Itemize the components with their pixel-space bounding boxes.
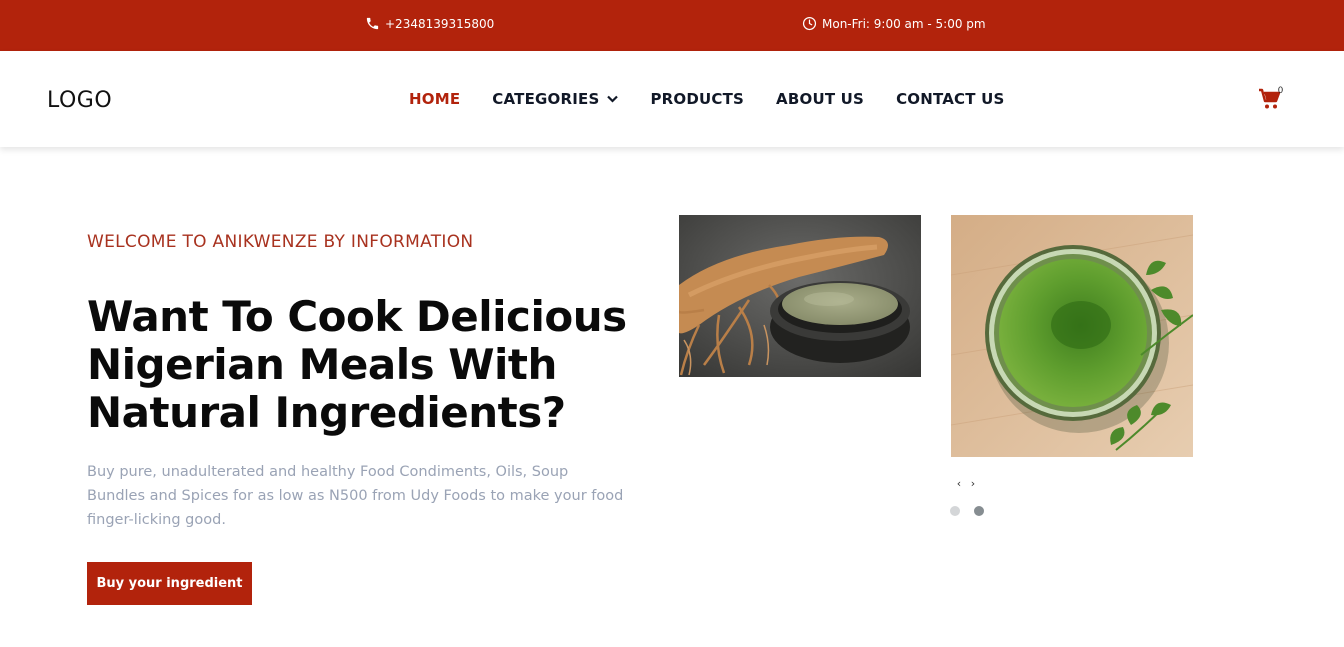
hero-section: WELCOME TO ANIKWENZE BY INFORMATION Want… (0, 147, 1344, 647)
buy-ingredient-button[interactable]: Buy your ingredient (87, 562, 252, 605)
clock-icon (802, 16, 817, 31)
contact-phone[interactable]: +2348139315800 (365, 16, 494, 31)
hero-title-line: Want To Cook Delicious (87, 292, 627, 341)
slider-arrows: ‹ › (955, 477, 977, 490)
nav-categories-label: CATEGORIES (492, 90, 600, 108)
cart-count: 0 (1278, 85, 1284, 95)
slider-next-button[interactable]: › (969, 477, 977, 490)
chevron-down-icon (607, 95, 619, 103)
hero-description: Buy pure, unadulterated and healthy Food… (87, 464, 624, 528)
main-header: LOGO HOME CATEGORIES PRODUCTS ABOUT US C… (0, 51, 1344, 147)
slide-image-green-powder-jar (951, 215, 1193, 457)
nav-categories[interactable]: CATEGORIES (492, 90, 619, 108)
cart-button[interactable]: 0 (1258, 85, 1288, 113)
site-logo[interactable]: LOGO (47, 88, 112, 113)
hours-text: Mon-Fri: 9:00 am - 5:00 pm (822, 16, 986, 31)
slider-prev-button[interactable]: ‹ (955, 477, 963, 490)
opening-hours: Mon-Fri: 9:00 am - 5:00 pm (802, 16, 986, 31)
hero-title-line: Natural Ingredients? (87, 388, 566, 437)
slider-dot-1[interactable] (950, 506, 960, 516)
nav-home[interactable]: HOME (409, 90, 460, 108)
hero-eyebrow: WELCOME TO ANIKWENZE BY INFORMATION (87, 232, 474, 252)
slide-image-ginseng-powder (679, 215, 921, 377)
nav-about[interactable]: ABOUT US (776, 90, 864, 108)
main-nav: HOME CATEGORIES PRODUCTS ABOUT US CONTAC… (409, 90, 1005, 108)
phone-number: +2348139315800 (385, 16, 495, 31)
nav-contact[interactable]: CONTACT US (896, 90, 1004, 108)
slider-dot-2[interactable] (974, 506, 984, 516)
top-contact-bar: +2348139315800 Mon-Fri: 9:00 am - 5:00 p… (0, 0, 1344, 51)
hero-title: Want To Cook Delicious Nigerian Meals Wi… (87, 293, 647, 437)
hero-title-line: Nigerian Meals With (87, 340, 557, 389)
slider-pagination (950, 506, 984, 516)
nav-products[interactable]: PRODUCTS (650, 90, 744, 108)
phone-icon (366, 17, 379, 30)
